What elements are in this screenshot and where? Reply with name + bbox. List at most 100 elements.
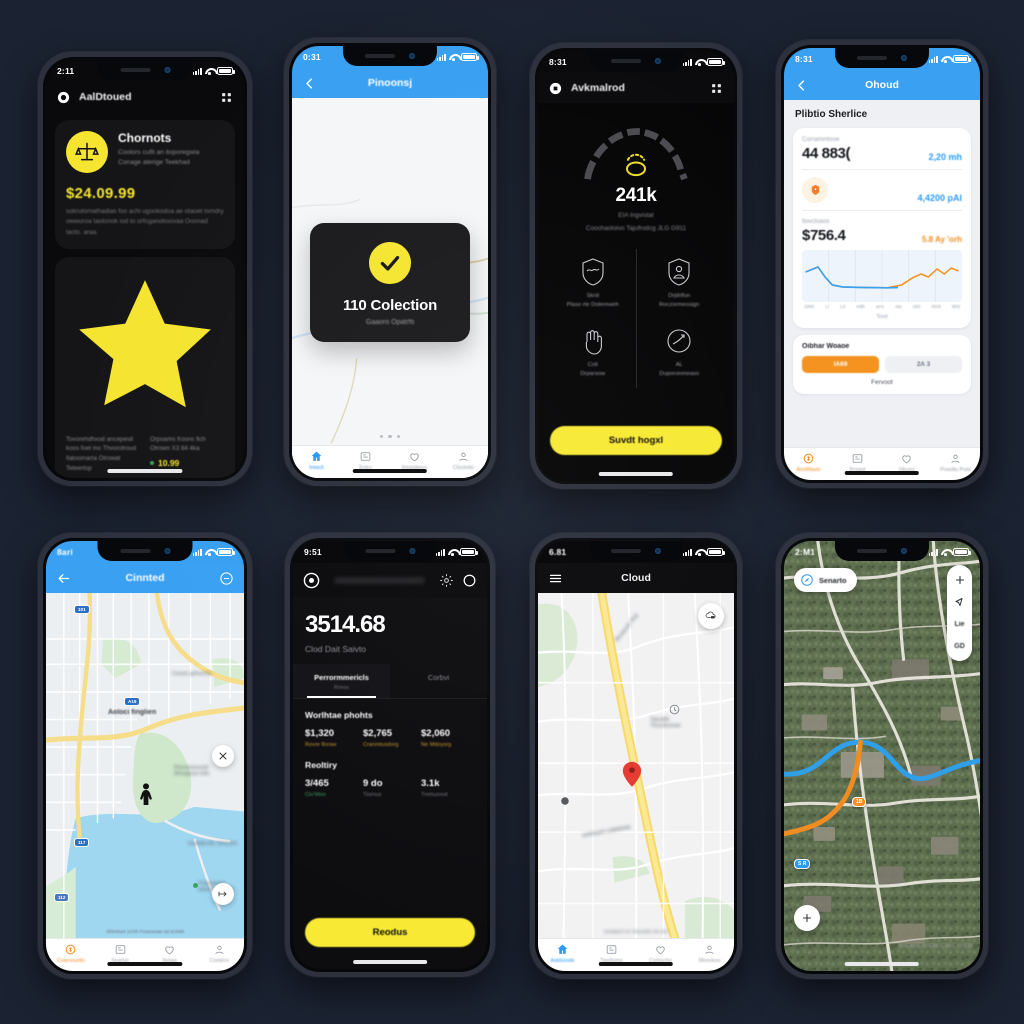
- tab-label: Powdtu Puta: [940, 466, 971, 473]
- profile-circle-icon[interactable]: [462, 573, 477, 588]
- info-icon[interactable]: [219, 571, 234, 586]
- stat-item: 9 do Tiornus: [363, 778, 417, 798]
- back-arrow-icon[interactable]: [56, 571, 71, 586]
- stat-label: Rovre floraw: [305, 742, 337, 748]
- control-gd[interactable]: GD: [947, 636, 972, 656]
- tab-comscho[interactable]: Comscho: [636, 943, 685, 964]
- segment-option[interactable]: 2A 3: [885, 356, 962, 373]
- search-chip[interactable]: Senarto: [794, 568, 857, 592]
- home-indicator: [598, 472, 674, 476]
- stat-item: $2,765 Cranmtusdorg: [363, 728, 417, 748]
- card-icon: [605, 943, 618, 956]
- content: Chornots Coolors cufit an itoporegwia Co…: [46, 112, 244, 478]
- home-indicator: [107, 469, 183, 473]
- map-attribution: Drssbip'9 St. khwmtDo Mi oint: [604, 930, 668, 935]
- metric-row: Corrammtsoe 44 883( 2,20 mh: [802, 136, 962, 162]
- gear-icon[interactable]: [439, 573, 454, 588]
- poi-dot: [193, 883, 198, 888]
- back-icon[interactable]: [794, 78, 809, 93]
- segment-option-active[interactable]: IA69: [802, 356, 879, 373]
- card-icon: [114, 943, 127, 956]
- map-view[interactable]: Ifhvianofr Roji Taludtifi Tfountoriowi O…: [538, 593, 734, 938]
- feature-item[interactable]: Coti Drparsow: [550, 318, 636, 388]
- locate-me-button[interactable]: [212, 745, 234, 767]
- add-button[interactable]: [794, 905, 820, 931]
- tick: ota: [895, 304, 902, 309]
- tab-corbvi[interactable]: Corbvi: [390, 664, 487, 698]
- tab-favorites[interactable]: fetojsikevo: [390, 450, 439, 471]
- map-view[interactable]: 101 A19 117 112 Aoloci finglien Cooon gr…: [46, 593, 244, 938]
- stat-value: 4.979: [66, 477, 140, 478]
- feature-item[interactable]: Sknil Plaso rte Dolereweh: [550, 249, 636, 319]
- tab-mnovkoo[interactable]: Mnovkoo: [685, 943, 734, 964]
- tab-ikuoo[interactable]: 1Ikuoo: [882, 452, 931, 473]
- zoom-in-button[interactable]: [947, 570, 972, 590]
- feature-item[interactable]: AL Duporonmeaso: [637, 318, 723, 388]
- directions-button[interactable]: [212, 883, 234, 905]
- status-time: 8:31: [795, 54, 813, 64]
- tab-rrxaot[interactable]: Rrxaot: [833, 452, 882, 473]
- status-icons: [682, 548, 725, 556]
- star-icon: [66, 279, 224, 429]
- feature-item[interactable]: Drjdrtfun Roczormeosign: [637, 249, 723, 319]
- metric-delta: 2,20 mh: [928, 152, 962, 162]
- wifi-icon: [449, 54, 458, 61]
- phone-screen: 8:31 Ohoud Plibtio Sherlice Corrammtsoe …: [784, 48, 980, 480]
- grid-menu-icon[interactable]: [709, 81, 724, 96]
- status-time: 8:31: [549, 57, 567, 67]
- grid-menu-icon[interactable]: [219, 90, 234, 105]
- satellite-map-view[interactable]: 2:M1 Senarto Lie GD 1B S R Dwlanviatti E…: [784, 541, 980, 971]
- layers-button[interactable]: [698, 603, 724, 629]
- tab-askbonde[interactable]: Askbonde: [538, 943, 587, 964]
- segmented-control[interactable]: IA69 2A 3: [802, 356, 962, 373]
- signal-icon: [682, 58, 692, 66]
- record-icon[interactable]: [303, 572, 320, 589]
- submit-button[interactable]: Suvdt hogxl: [550, 426, 722, 455]
- content: Plibtio Sherlice Corrammtsoe 44 883( 2,2…: [784, 100, 980, 447]
- map-controls: Lie GD: [947, 565, 972, 661]
- control-lie[interactable]: Lie: [947, 614, 972, 634]
- app-bar-title: Ohoud: [865, 79, 899, 91]
- tab-entry[interactable]: Entry: [341, 450, 390, 471]
- segment-footer: Fervoot: [871, 379, 893, 386]
- logo-icon[interactable]: [56, 90, 71, 105]
- tab-iiegrivo[interactable]: Iiegrivo: [96, 943, 146, 964]
- stat-value: 9 do: [363, 778, 383, 789]
- logo-icon[interactable]: [548, 81, 563, 96]
- content: 3514.68 Clod Dait Saivto Perrormmericls …: [293, 597, 487, 969]
- status-icons: [928, 548, 971, 556]
- coin-icon: [802, 452, 815, 465]
- tick: NG8: [931, 304, 941, 309]
- pagination-dots[interactable]: [292, 434, 488, 438]
- results-button[interactable]: Reodus: [305, 918, 475, 947]
- pedestrian-marker: [138, 783, 154, 805]
- map-place-label: Taludtifi Tfountoriowi: [650, 717, 681, 729]
- tab-cvarnounto[interactable]: Cvarnounto: [46, 943, 96, 964]
- card-icon: [851, 452, 864, 465]
- map-pin-marker[interactable]: [622, 761, 642, 787]
- home-indicator: [353, 960, 427, 964]
- back-icon[interactable]: [302, 76, 317, 91]
- sparkline-chart: [802, 250, 962, 302]
- hamburger-menu-icon[interactable]: [548, 571, 563, 586]
- tab-intacit[interactable]: Intacit: [292, 450, 341, 471]
- tab-twsttomy[interactable]: Twsttomy: [587, 943, 636, 964]
- wifi-icon: [695, 59, 704, 66]
- phone-bezel: 9:51 3514.68 Clod Dait Saivto Perrormmer…: [290, 538, 490, 972]
- tab-profile[interactable]: Cloutotio: [439, 450, 488, 471]
- person-icon: [703, 943, 716, 956]
- content: 241k EIA Ingvistat Coochaoloivo Tajufrod…: [538, 103, 734, 481]
- tab-ihowa[interactable]: Ihowa: [145, 943, 195, 964]
- signal-icon: [192, 67, 202, 75]
- rewards-card[interactable]: Chornots Coolors cufit an itoporegwia Co…: [55, 120, 235, 249]
- tab-performance[interactable]: Perrormmericls Rmoo: [293, 664, 390, 698]
- navigate-button[interactable]: [947, 592, 972, 612]
- metric-value: 44 883(: [802, 145, 851, 162]
- phone-8-map-satellite: 2:M1 Senarto Lie GD 1B S R Dwlanviatti E…: [776, 533, 988, 979]
- tick: mlth: [856, 304, 865, 309]
- card-title: Chornots: [118, 131, 172, 145]
- tab-anowavio[interactable]: AnoWavio: [784, 452, 833, 473]
- tab-contero[interactable]: Contero: [195, 943, 245, 964]
- phone-4-dashboard: 8:31 Ohoud Plibtio Sherlice Corrammtsoe …: [776, 40, 988, 488]
- tab-powdtu-puta[interactable]: Powdtu Puta: [931, 452, 980, 473]
